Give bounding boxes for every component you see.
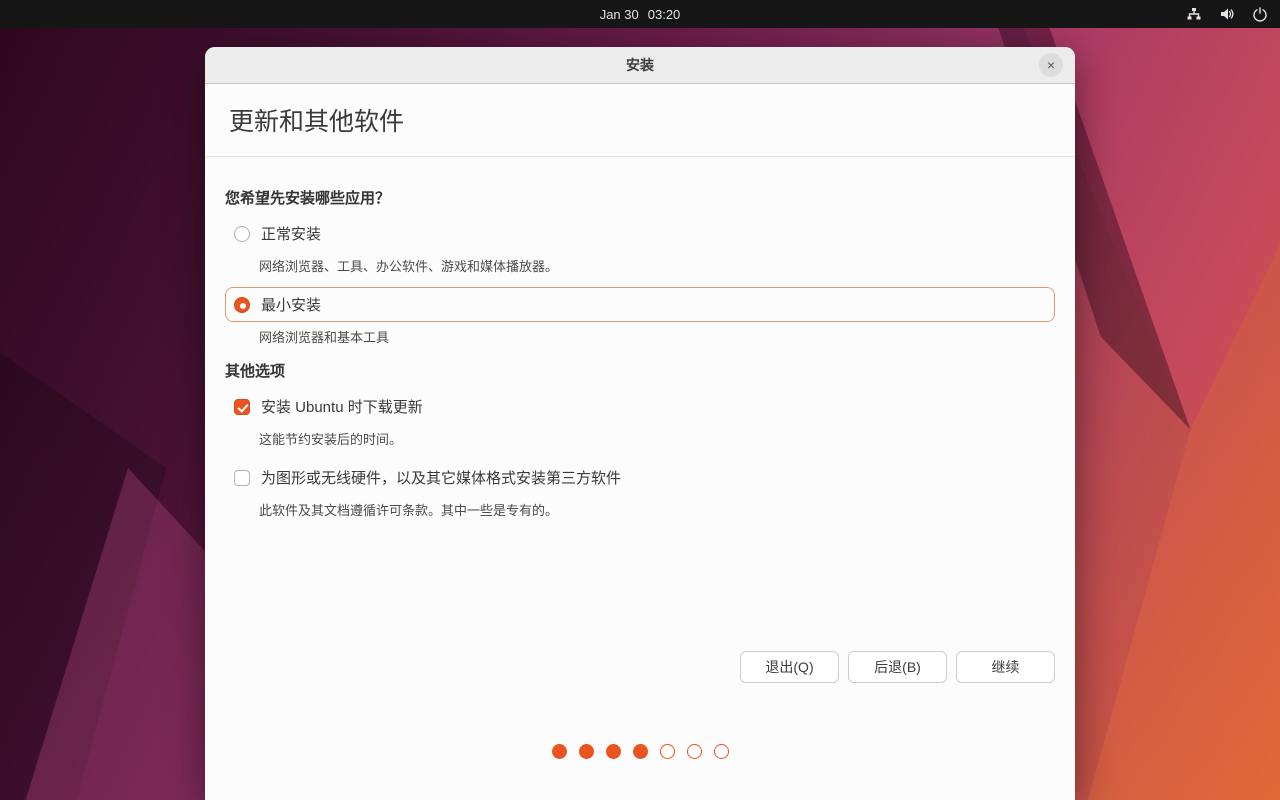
radio-minimal-install[interactable] [234, 296, 250, 313]
checkbox-label: 为图形或无线硬件，以及其它媒体格式安装第三方软件 [261, 470, 622, 487]
checkbox-description: 此软件及其文档遵循许可条款。其中一些是专有的。 [259, 503, 559, 518]
installer-window: 安装 × 更新和其他软件 您希望先安装哪些应用？ 正常安装 网络浏览器、工具、办… [205, 47, 1075, 800]
progress-dot [632, 744, 648, 759]
progress-dot [686, 744, 702, 759]
progress-dots [205, 744, 1075, 759]
radio-description: 网络浏览器和基本工具 [259, 330, 390, 345]
page-header: 更新和其他软件 [205, 84, 1075, 157]
page-title: 更新和其他软件 [229, 108, 405, 136]
quit-button[interactable]: 退出(Q) [740, 651, 839, 683]
clock-time: 03:20 [647, 6, 681, 22]
progress-dot [578, 744, 594, 759]
window-titlebar[interactable]: 安装 × [205, 47, 1075, 84]
checkbox-download-updates[interactable] [234, 398, 250, 415]
checkbox-description: 这能节约安装后的时间。 [259, 432, 403, 447]
radio-label: 正常安装 [261, 226, 322, 243]
progress-dot [659, 744, 675, 759]
continue-button[interactable]: 继续 [956, 651, 1055, 683]
network-icon[interactable] [1186, 6, 1202, 22]
window-title: 安装 [626, 57, 654, 73]
system-tray[interactable] [1186, 0, 1268, 28]
power-icon[interactable] [1252, 6, 1268, 22]
clock[interactable]: Jan 30 03:20 [600, 7, 681, 22]
progress-dot [551, 744, 567, 759]
progress-dot [713, 744, 729, 759]
apps-question: 您希望先安装哪些应用？ [225, 190, 391, 207]
back-button[interactable]: 后退(B) [848, 651, 947, 683]
other-options-title: 其他选项 [225, 363, 286, 380]
radio-normal-install[interactable] [234, 225, 250, 242]
radio-row-minimal-install[interactable]: 最小安装 [225, 287, 1055, 322]
action-buttons: 退出(Q) 后退(B) 继续 [740, 651, 1055, 683]
page-content: 您希望先安装哪些应用？ 正常安装 网络浏览器、工具、办公软件、游戏和媒体播放器。… [205, 157, 1075, 519]
top-bar: Jan 30 03:20 [0, 0, 1280, 28]
clock-date: Jan 30 [599, 6, 639, 22]
radio-row-normal-install[interactable]: 正常安装 [225, 216, 1055, 251]
checkbox-third-party[interactable] [234, 469, 250, 486]
checkbox-row-download-updates[interactable]: 安装 Ubuntu 时下载更新 [225, 389, 1055, 424]
close-icon[interactable]: × [1039, 53, 1063, 77]
radio-description: 网络浏览器、工具、办公软件、游戏和媒体播放器。 [259, 259, 559, 274]
volume-icon[interactable] [1219, 6, 1235, 22]
progress-dot [605, 744, 621, 759]
checkbox-row-third-party[interactable]: 为图形或无线硬件，以及其它媒体格式安装第三方软件 [225, 460, 1055, 495]
radio-label: 最小安装 [261, 297, 322, 314]
checkbox-label: 安装 Ubuntu 时下载更新 [261, 399, 423, 416]
